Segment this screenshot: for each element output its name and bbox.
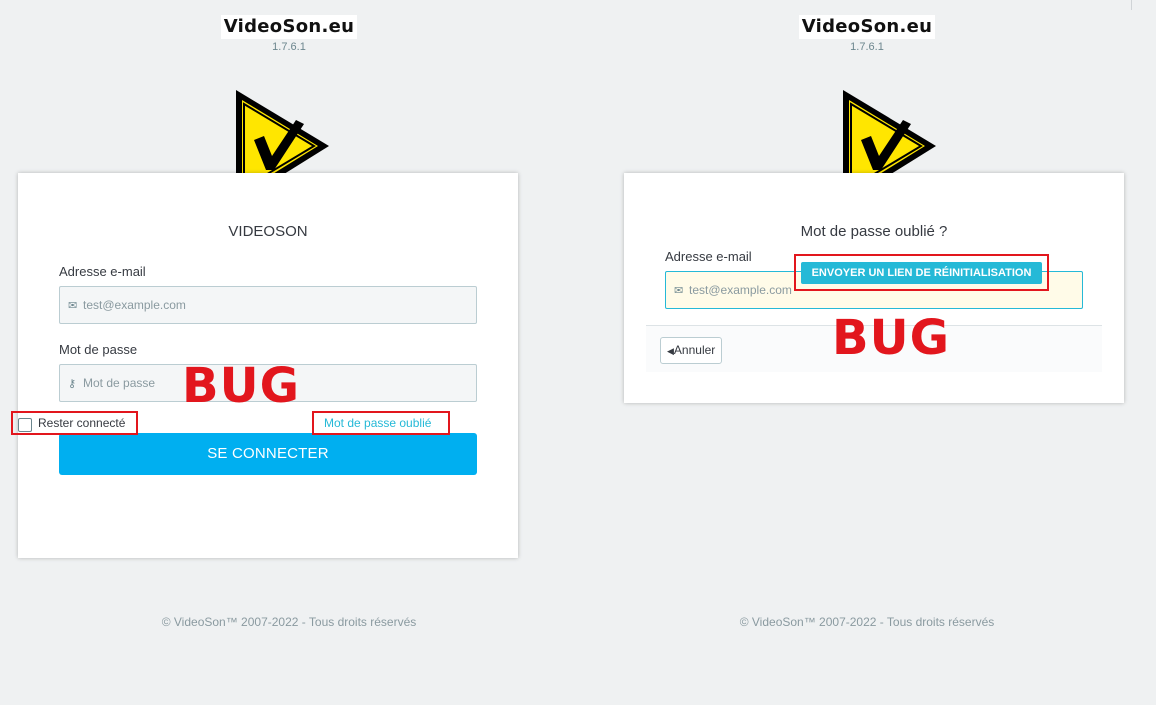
cancel-button[interactable]: ◀Annuler bbox=[660, 337, 723, 364]
remember-checkbox[interactable] bbox=[18, 418, 32, 432]
copyright: © VideoSon™ 2007-2022 - Tous droits rése… bbox=[739, 615, 995, 629]
remember-label[interactable]: Rester connecté bbox=[38, 416, 125, 430]
email-placeholder: test@example.com bbox=[83, 298, 186, 312]
caret-left-icon: ◀ bbox=[667, 346, 674, 356]
bug-annotation: BUG bbox=[182, 358, 300, 414]
forgot-panel: VideoSon.eu 1.7.6.1 Mot de passe oublié … bbox=[578, 0, 1156, 705]
envelope-icon: ✉ bbox=[674, 285, 684, 297]
password-label: Mot de passe bbox=[59, 342, 138, 357]
email-label: Adresse e-mail bbox=[59, 264, 146, 279]
email-placeholder: test@example.com bbox=[689, 283, 792, 297]
login-button[interactable]: SE CONNECTER bbox=[59, 433, 477, 475]
email-field[interactable]: ✉ test@example.com bbox=[59, 286, 477, 324]
brand-version: 1.7.6.1 bbox=[272, 41, 306, 53]
forgot-card-title: Mot de passe oublié ? bbox=[800, 223, 948, 240]
brand-header: VideoSon.eu 1.7.6.1 bbox=[0, 15, 578, 53]
copyright: © VideoSon™ 2007-2022 - Tous droits rése… bbox=[161, 615, 417, 629]
brand-name: VideoSon.eu bbox=[220, 15, 358, 39]
login-card-title: VIDEOSON bbox=[228, 223, 308, 240]
bug-annotation: BUG bbox=[832, 310, 950, 366]
key-icon: ⚷ bbox=[68, 378, 77, 390]
brand-version: 1.7.6.1 bbox=[850, 41, 884, 53]
cancel-label: Annuler bbox=[673, 343, 716, 357]
email-label: Adresse e-mail bbox=[665, 249, 752, 264]
send-reset-link-button[interactable]: ENVOYER UN LIEN DE RÉINITIALISATION bbox=[801, 262, 1042, 284]
password-placeholder: Mot de passe bbox=[83, 376, 156, 390]
brand-name: VideoSon.eu bbox=[798, 15, 936, 39]
forgot-password-link[interactable]: Mot de passe oublié bbox=[324, 416, 431, 430]
envelope-icon: ✉ bbox=[68, 300, 78, 312]
login-panel: VideoSon.eu 1.7.6.1 VIDEOSON Adresse e-m… bbox=[0, 0, 578, 705]
brand-header: VideoSon.eu 1.7.6.1 bbox=[578, 15, 1156, 53]
